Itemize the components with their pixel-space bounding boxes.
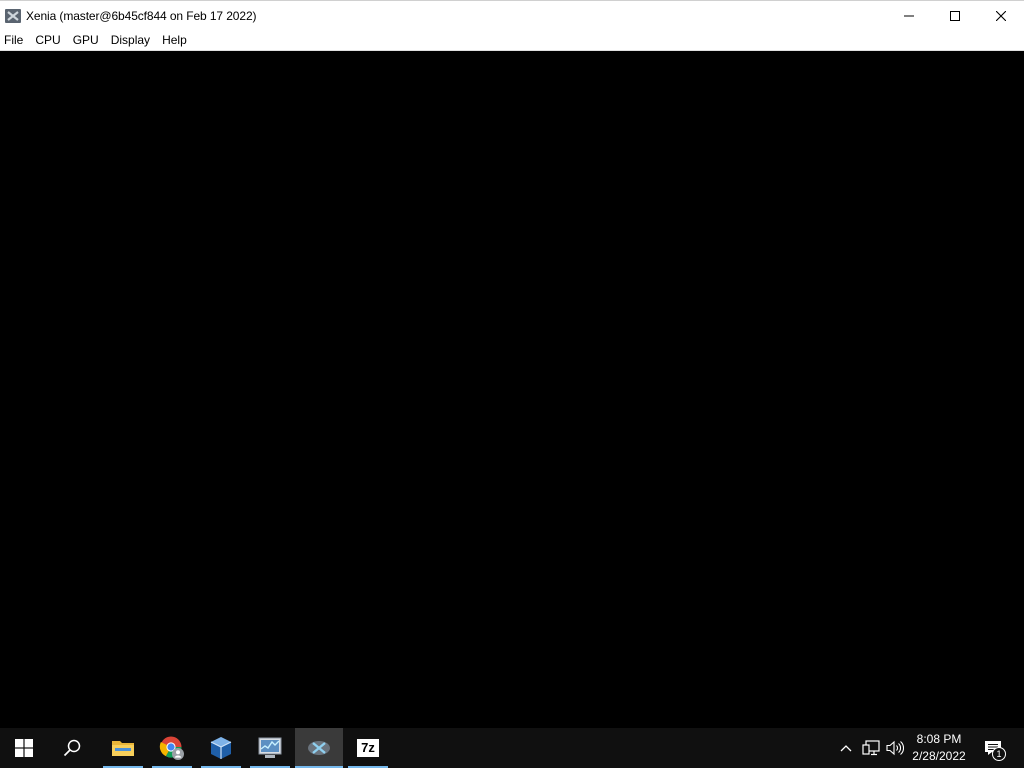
menu-bar: File CPU GPU Display Help (0, 30, 1024, 51)
network-button[interactable] (859, 728, 883, 768)
xenia-window: Xenia (master@6b45cf844 on Feb 17 2022) … (0, 0, 1024, 728)
taskbar-virtualbox[interactable] (197, 728, 245, 768)
title-bar[interactable]: Xenia (master@6b45cf844 on Feb 17 2022) (0, 0, 1024, 30)
show-hidden-icons-button[interactable] (836, 728, 856, 768)
menu-cpu[interactable]: CPU (29, 30, 66, 51)
taskbar-xenia[interactable] (295, 728, 343, 768)
minimize-button[interactable] (886, 1, 932, 31)
folder-icon (112, 741, 134, 756)
close-icon (996, 11, 1006, 21)
caption-buttons (886, 1, 1024, 31)
taskbar-chrome[interactable] (148, 728, 196, 768)
taskbar-7zip[interactable]: 7z (344, 728, 392, 768)
windows-logo-icon (15, 739, 33, 757)
chrome-icon (159, 736, 184, 760)
task-manager-icon (258, 737, 282, 758)
xenia-icon[interactable] (5, 8, 21, 24)
volume-button[interactable] (884, 728, 906, 768)
menu-help[interactable]: Help (156, 30, 193, 51)
close-button[interactable] (978, 1, 1024, 31)
maximize-icon (950, 11, 960, 21)
taskbar-task-manager[interactable] (246, 728, 294, 768)
action-center-button[interactable]: 1 (978, 728, 1008, 768)
volume-icon (886, 740, 904, 756)
clock-date: 2/28/2022 (912, 749, 966, 763)
taskbar-file-explorer[interactable] (99, 728, 147, 768)
maximize-button[interactable] (932, 1, 978, 31)
search-icon (63, 739, 81, 757)
start-button[interactable] (0, 728, 48, 768)
7zip-label: 7z (361, 740, 375, 755)
menu-display[interactable]: Display (105, 30, 156, 51)
clock-time: 8:08 PM (916, 732, 962, 746)
chevron-up-icon (840, 745, 852, 752)
virtualbox-icon (210, 737, 232, 759)
xenia-icon (308, 741, 330, 755)
window-title: Xenia (master@6b45cf844 on Feb 17 2022) (26, 8, 257, 23)
minimize-icon (904, 15, 914, 17)
taskbar: 7z 8:08 PM 2/28/2022 1 (0, 728, 1024, 768)
emulator-display[interactable] (0, 51, 1024, 728)
network-icon (862, 740, 880, 756)
search-button[interactable] (48, 728, 96, 768)
clock[interactable]: 8:08 PM 2/28/2022 (909, 728, 969, 768)
notification-count-badge: 1 (992, 747, 1006, 761)
menu-file[interactable]: File (0, 30, 29, 51)
7zip-icon: 7z (357, 739, 379, 757)
menu-gpu[interactable]: GPU (67, 30, 105, 51)
